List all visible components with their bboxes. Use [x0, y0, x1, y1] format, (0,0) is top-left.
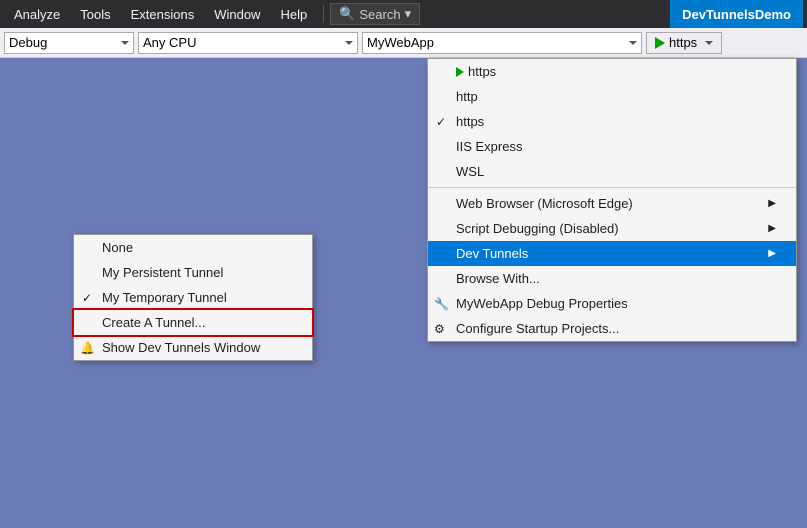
script-debugging-label: Script Debugging (Disabled) — [456, 221, 619, 236]
temporary-tunnel-label: My Temporary Tunnel — [102, 290, 227, 305]
menu-item-browse-with[interactable]: Browse With... — [428, 266, 796, 291]
cpu-arrow-icon — [345, 41, 353, 45]
main-content: https http ✓ https IIS Express WSL Web B… — [0, 58, 807, 528]
project-dropdown[interactable]: MyWebApp — [362, 32, 642, 54]
submenu-item-temporary[interactable]: ✓ My Temporary Tunnel — [74, 285, 312, 310]
active-tab[interactable]: DevTunnelsDemo — [670, 0, 803, 28]
http-label: http — [456, 89, 478, 104]
run-button[interactable]: https — [646, 32, 722, 54]
menu-item-wsl[interactable]: WSL — [428, 159, 796, 184]
menu-item-dev-tunnels[interactable]: Dev Tunnels ▶ — [428, 241, 796, 266]
menu-item-extensions[interactable]: Extensions — [121, 0, 205, 28]
cpu-value: Any CPU — [143, 35, 196, 50]
gear-icon: ⚙ — [434, 322, 445, 336]
menu-item-iis-express[interactable]: IIS Express — [428, 134, 796, 159]
submenu-item-persistent[interactable]: My Persistent Tunnel — [74, 260, 312, 285]
menu-item-tools[interactable]: Tools — [70, 0, 120, 28]
debug-value: Debug — [9, 35, 47, 50]
submenu-item-none[interactable]: None — [74, 235, 312, 260]
search-box[interactable]: 🔍 Search ▾ — [330, 3, 420, 25]
debug-arrow-icon — [121, 41, 129, 45]
menu-item-configure-startup[interactable]: ⚙ Configure Startup Projects... — [428, 316, 796, 341]
play-triangle-icon — [456, 67, 464, 77]
submenu-item-show-tunnels[interactable]: 🔔 Show Dev Tunnels Window — [74, 335, 312, 360]
iis-express-label: IIS Express — [456, 139, 522, 154]
menu-item-help[interactable]: Help — [270, 0, 317, 28]
submenu-item-create-tunnel[interactable]: Create A Tunnel... — [74, 310, 312, 335]
search-dropdown-arrow: ▾ — [405, 6, 412, 22]
create-tunnel-label: Create A Tunnel... — [102, 315, 205, 330]
none-label: None — [102, 240, 133, 255]
https-play-label: https — [468, 64, 496, 79]
run-label: https — [669, 35, 697, 50]
menu-item-https[interactable]: ✓ https — [428, 109, 796, 134]
search-icon: 🔍 — [339, 6, 355, 22]
browse-with-label: Browse With... — [456, 271, 540, 286]
checkmark-icon: ✓ — [436, 115, 446, 129]
menu-bar: Analyze Tools Extensions Window Help 🔍 S… — [0, 0, 807, 28]
menu-separator — [323, 5, 324, 23]
submenu-arrow-icon: ▶ — [768, 198, 776, 209]
menu-item-window[interactable]: Window — [204, 0, 270, 28]
wsl-label: WSL — [456, 164, 484, 179]
submenu-arrow-3-icon: ▶ — [768, 248, 776, 259]
debug-properties-label: MyWebApp Debug Properties — [456, 296, 628, 311]
menu-item-script-debugging[interactable]: Script Debugging (Disabled) ▶ — [428, 216, 796, 241]
search-label: Search — [359, 7, 400, 22]
configure-startup-label: Configure Startup Projects... — [456, 321, 619, 336]
wrench-icon: 🔧 — [434, 297, 449, 311]
checkmark-2-icon: ✓ — [82, 291, 92, 305]
menu-item-analyze[interactable]: Analyze — [4, 0, 70, 28]
persistent-tunnel-label: My Persistent Tunnel — [102, 265, 223, 280]
menu-item-http[interactable]: http — [428, 84, 796, 109]
https-label: https — [456, 114, 484, 129]
menu-item-web-browser[interactable]: Web Browser (Microsoft Edge) ▶ — [428, 191, 796, 216]
menu-separator-1 — [428, 187, 796, 188]
dev-tunnels-submenu: None My Persistent Tunnel ✓ My Temporary… — [73, 234, 313, 361]
toolbar: Debug Any CPU MyWebApp https — [0, 28, 807, 58]
main-dropdown-menu: https http ✓ https IIS Express WSL Web B… — [427, 58, 797, 342]
bell-icon: 🔔 — [80, 341, 95, 355]
dev-tunnels-label: Dev Tunnels — [456, 246, 528, 261]
cpu-dropdown[interactable]: Any CPU — [138, 32, 358, 54]
debug-dropdown[interactable]: Debug — [4, 32, 134, 54]
project-arrow-icon — [629, 41, 637, 45]
menu-item-https-play[interactable]: https — [428, 59, 796, 84]
run-arrow-icon — [705, 41, 713, 45]
submenu-arrow-2-icon: ▶ — [768, 223, 776, 234]
play-icon — [655, 37, 665, 49]
menu-item-debug-properties[interactable]: 🔧 MyWebApp Debug Properties — [428, 291, 796, 316]
show-tunnels-label: Show Dev Tunnels Window — [102, 340, 260, 355]
project-value: MyWebApp — [367, 35, 434, 50]
web-browser-label: Web Browser (Microsoft Edge) — [456, 196, 633, 211]
